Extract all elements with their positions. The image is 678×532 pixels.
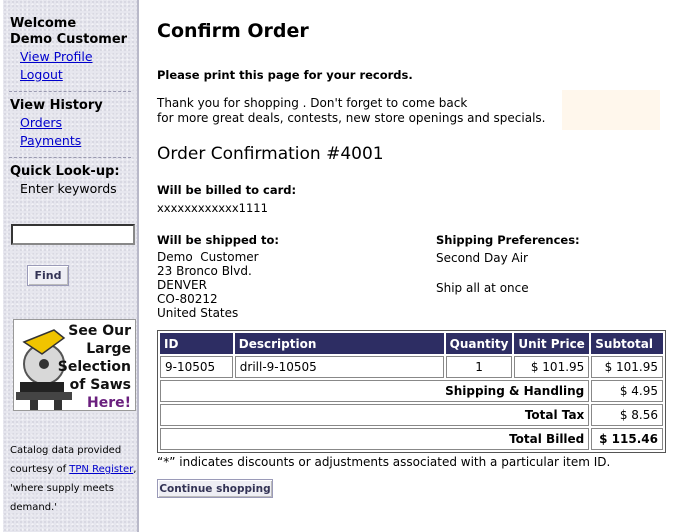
thanks-line: for more great deals, contests, new stor…	[157, 111, 546, 125]
address-name: Demo Customer	[157, 250, 259, 264]
sidebar: Welcome Demo Customer View Profile Logou…	[3, 0, 139, 532]
welcome-label: Welcome	[10, 16, 77, 31]
sidebar-divider	[9, 91, 131, 92]
shipping-value: $ 4.95	[591, 380, 663, 402]
item-subtotal: $ 101.95	[591, 356, 663, 378]
address-city: DENVER	[157, 278, 207, 292]
col-header-subtotal: Subtotal	[591, 333, 663, 354]
find-button[interactable]: Find	[27, 265, 69, 286]
shipping-preferences-label: Shipping Preferences:	[436, 233, 580, 247]
item-quantity: 1	[445, 356, 513, 378]
lookup-hint: Enter keywords	[20, 181, 117, 196]
catalog-credit: Catalog data provided courtesy of TPN Re…	[10, 441, 140, 517]
shipping-method: Second Day Air	[436, 251, 528, 265]
total-value: $ 115.46	[591, 428, 663, 450]
address-street: 23 Bronco Blvd.	[157, 264, 252, 278]
lookup-heading: Quick Look-up:	[10, 164, 120, 179]
billed-label: Will be billed to card:	[157, 183, 297, 197]
shipping-address: Demo Customer 23 Bronco Blvd. DENVER CO-…	[157, 250, 259, 320]
thanks-line: Thank you for shopping . Don't forget to…	[157, 96, 468, 110]
table-header-row: ID Description Quantity Unit Price Subto…	[160, 333, 663, 354]
col-header-id: ID	[160, 333, 233, 354]
discount-footnote: “*” indicates discounts or adjustments a…	[157, 455, 611, 469]
tax-value: $ 8.56	[591, 404, 663, 426]
shipped-label: Will be shipped to:	[157, 233, 280, 247]
sidebar-divider	[9, 157, 131, 158]
ad-line: Large	[86, 341, 131, 357]
card-number: xxxxxxxxxxxx1111	[157, 201, 268, 215]
history-heading: View History	[10, 98, 103, 113]
address-state-zip: CO-80212	[157, 292, 218, 306]
item-description: drill-9-10505	[234, 356, 444, 378]
order-table: ID Description Quantity Unit Price Subto…	[157, 330, 666, 453]
payments-link[interactable]: Payments	[3, 132, 137, 150]
ad-line: Selection	[57, 359, 131, 375]
total-label: Total Billed	[160, 428, 590, 450]
address-country: United States	[157, 306, 239, 320]
continue-shopping-button[interactable]: Continue shopping	[157, 479, 273, 498]
print-note: Please print this page for your records.	[157, 68, 413, 82]
col-header-description: Description	[234, 333, 444, 354]
shipping-label: Shipping & Handling	[160, 380, 590, 402]
logout-link[interactable]: Logout	[3, 66, 137, 84]
ad-line: of Saws	[69, 377, 131, 393]
ad-line: See Our	[68, 323, 131, 339]
ad-text: See Our Large Selection of Saws Here!	[57, 322, 131, 411]
saws-ad-banner[interactable]: See Our Large Selection of Saws Here!	[13, 319, 136, 411]
tax-label: Total Tax	[160, 404, 590, 426]
col-header-quantity: Quantity	[445, 333, 513, 354]
shipping-row: Shipping & Handling $ 4.95	[160, 380, 663, 402]
item-unit-price: $ 101.95	[514, 356, 590, 378]
order-confirmation-heading: Order Confirmation #4001	[157, 144, 384, 164]
user-name: Demo Customer	[10, 32, 128, 47]
item-id: 9-10505	[160, 356, 233, 378]
ad-line-here: Here!	[87, 395, 131, 411]
thanks-message: Thank you for shopping . Don't forget to…	[157, 96, 662, 126]
orders-link[interactable]: Orders	[3, 114, 137, 132]
total-row: Total Billed $ 115.46	[160, 428, 663, 450]
page-title: Confirm Order	[157, 20, 309, 42]
table-row: 9-10505 drill-9-10505 1 $ 101.95 $ 101.9…	[160, 356, 663, 378]
col-header-unit-price: Unit Price	[514, 333, 590, 354]
view-profile-link[interactable]: View Profile	[3, 48, 137, 66]
tax-row: Total Tax $ 8.56	[160, 404, 663, 426]
tpn-register-link[interactable]: TPN Register	[69, 464, 133, 475]
shipping-mode: Ship all at once	[436, 281, 529, 295]
keyword-search-input[interactable]	[11, 224, 135, 245]
